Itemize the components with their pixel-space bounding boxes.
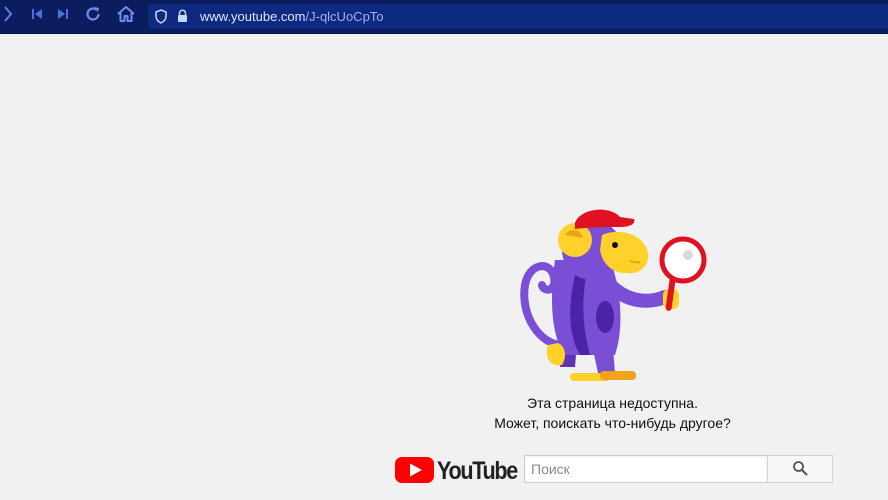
sidebar-toggle-button[interactable] xyxy=(0,5,18,28)
chevron-right-icon xyxy=(2,5,14,28)
error-line-1: Эта страница недоступна. xyxy=(527,395,698,411)
search-input[interactable] xyxy=(524,455,768,483)
youtube-logo[interactable]: YouTube xyxy=(395,455,520,485)
back-button[interactable] xyxy=(27,6,47,26)
youtube-logo-text: YouTube xyxy=(437,457,518,485)
error-message: Эта страница недоступна. Может, поискать… xyxy=(440,393,785,433)
url-text[interactable]: www.youtube.com/J-qlcUoCpTo xyxy=(200,9,384,24)
url-path: /J-qlcUoCpTo xyxy=(305,9,384,24)
url-host: www.youtube.com xyxy=(200,9,306,24)
shield-icon[interactable] xyxy=(155,9,167,29)
browser-toolbar: www.youtube.com/J-qlcUoCpTo xyxy=(0,0,888,34)
search-icon xyxy=(792,460,808,479)
home-icon xyxy=(116,5,136,28)
search-button[interactable] xyxy=(767,455,833,483)
home-button[interactable] xyxy=(116,5,136,28)
skip-forward-icon xyxy=(57,7,69,25)
lock-icon[interactable] xyxy=(177,9,188,28)
forward-button[interactable] xyxy=(53,6,73,26)
error-line-2: Может, поискать что-нибудь другое? xyxy=(494,415,731,431)
reload-icon xyxy=(84,5,102,28)
address-bar[interactable]: www.youtube.com/J-qlcUoCpTo xyxy=(148,4,888,29)
skip-back-icon xyxy=(31,7,43,25)
monkey-illustration xyxy=(520,205,710,385)
reload-button[interactable] xyxy=(83,6,103,26)
